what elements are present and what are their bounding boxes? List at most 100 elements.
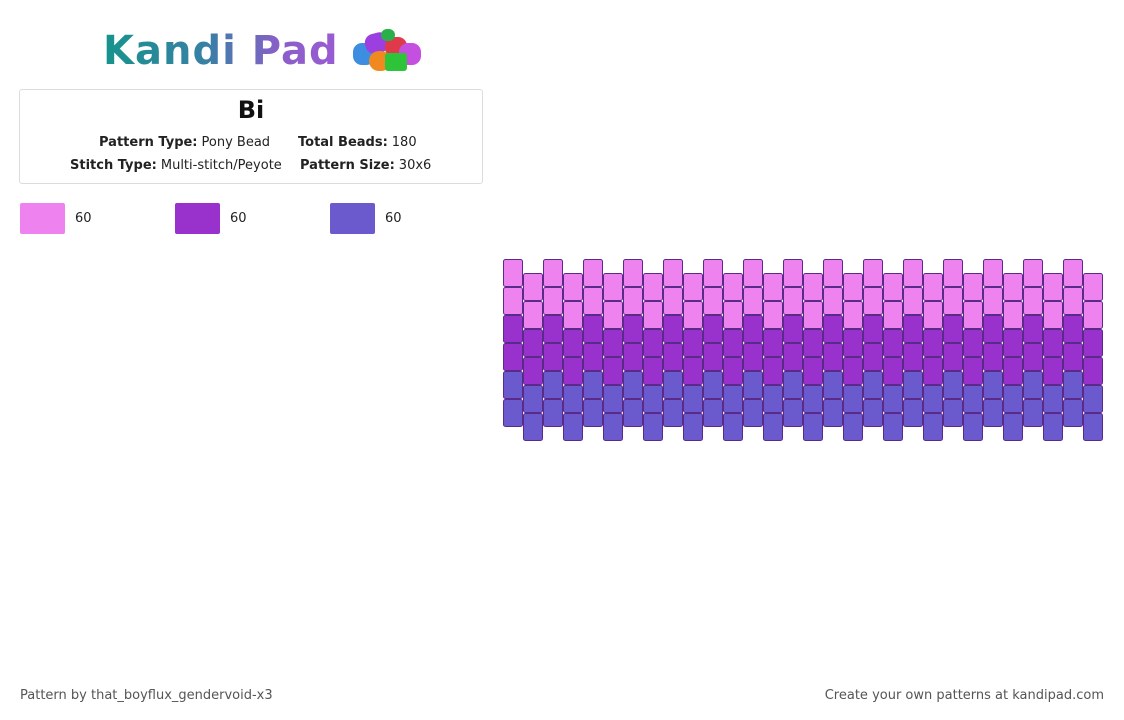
bead [583,343,603,371]
bead [503,287,523,315]
bead [923,273,943,301]
bead [603,273,623,301]
pattern-info-card: Bi Pattern Type: Pony Bead Total Beads: 18… [19,89,483,184]
color-swatch-item: 60 [330,203,402,234]
bead [1023,315,1043,343]
bead [683,329,703,357]
bead [763,413,783,441]
bead [543,315,563,343]
bead [963,413,983,441]
bead [703,287,723,315]
bead [1063,399,1083,427]
bead [1083,329,1103,357]
bead [1003,329,1023,357]
bead [843,413,863,441]
bead [743,315,763,343]
bead [643,413,663,441]
bead [723,301,743,329]
total-beads-value: 180 [391,135,417,150]
bead [763,385,783,413]
bead [583,315,603,343]
pattern-author: Pattern by that_boyflux_gendervoid-x3 [20,688,273,703]
bead [823,399,843,427]
bead [683,357,703,385]
bead [1023,287,1043,315]
bead [1043,357,1063,385]
bead [903,399,923,427]
bead [783,315,803,343]
bead [943,399,963,427]
swatch-count: 60 [230,211,247,226]
bead [883,273,903,301]
bead [783,343,803,371]
bead [743,343,763,371]
bead [743,287,763,315]
bead [783,259,803,287]
bead [563,413,583,441]
bead [643,385,663,413]
pattern-type-value: Pony Bead [201,135,271,150]
bead [943,287,963,315]
bead [543,371,563,399]
bead [803,273,823,301]
bead [643,329,663,357]
total-beads-field: Total Beads: 180 [298,135,417,150]
bead [903,371,923,399]
bead [703,315,723,343]
bead [603,413,623,441]
bead [963,357,983,385]
bead [1023,259,1043,287]
bead [563,385,583,413]
bead [1023,371,1043,399]
bead [563,357,583,385]
kandi-pad-logo[interactable]: Kandi Pad [103,26,427,76]
bead [823,343,843,371]
bead [703,343,723,371]
bead [1003,273,1023,301]
create-patterns-link[interactable]: Create your own patterns at kandipad.com [825,688,1104,703]
bead [1063,259,1083,287]
bead [563,301,583,329]
bead [603,301,623,329]
stitch-type-value: Multi-stitch/Peyote [160,158,282,173]
bead [663,315,683,343]
color-swatch-item: 60 [20,203,92,234]
bead [963,385,983,413]
bead [563,273,583,301]
bead [623,259,643,287]
bead [1083,301,1103,329]
bead [883,385,903,413]
bead [903,259,923,287]
pattern-size-field: Pattern Size: 30x6 [300,158,431,173]
bead [523,357,543,385]
bead [823,287,843,315]
bead [723,273,743,301]
color-swatch [175,203,220,234]
bead [663,399,683,427]
bead [843,357,863,385]
bead [883,329,903,357]
swatch-count: 60 [75,211,92,226]
bead [1003,301,1023,329]
color-swatch [20,203,65,234]
bead [963,329,983,357]
bead [1023,343,1043,371]
bead [683,385,703,413]
bead [823,315,843,343]
bead [1083,385,1103,413]
bead-pattern-grid [503,259,1103,441]
bead [783,371,803,399]
bead [723,385,743,413]
bead [1003,413,1023,441]
bead [983,315,1003,343]
logo-text: Kandi Pad [103,28,339,74]
bead [763,273,783,301]
bead [563,329,583,357]
bead [863,399,883,427]
bead [763,357,783,385]
bead [603,329,623,357]
bead [643,273,663,301]
bead [1083,273,1103,301]
bead [703,399,723,427]
bead [1003,385,1023,413]
